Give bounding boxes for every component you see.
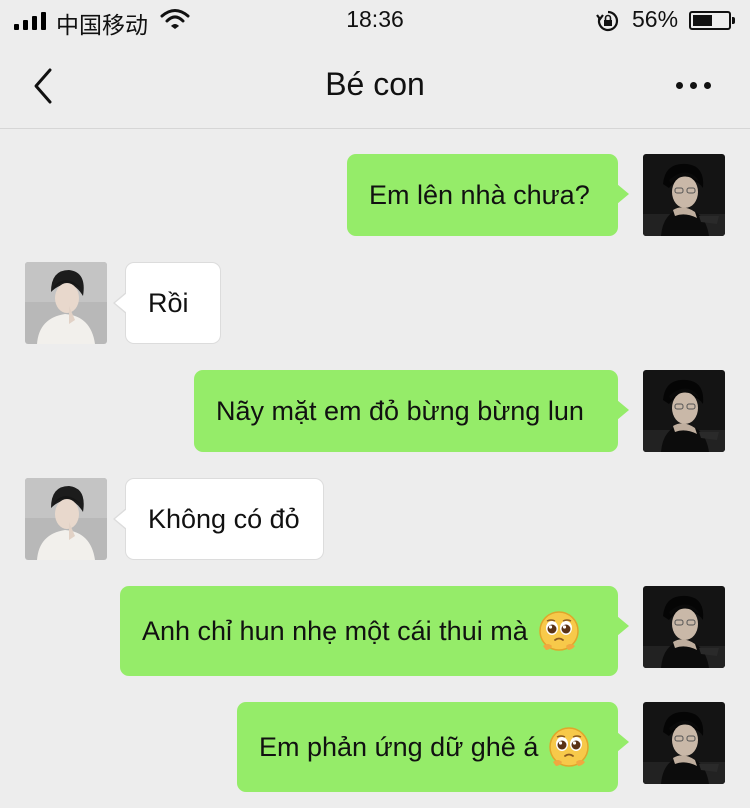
message-row: Không có đỏ	[0, 478, 750, 562]
status-bar: 中国移动 18:36 56%	[0, 0, 750, 42]
message-text: Em lên nhà chưa?	[369, 179, 590, 210]
message-row: Em lên nhà chưa?	[0, 154, 750, 238]
my-avatar[interactable]	[643, 154, 725, 236]
chat-header: Bé con	[0, 42, 750, 129]
message-text: Nãy mặt em đỏ bừng bừng lun	[216, 395, 584, 426]
pleading-face-emoji-icon	[538, 610, 580, 652]
message-text: Em phản ứng dữ ghê á	[259, 731, 539, 762]
my-avatar[interactable]	[643, 370, 725, 452]
message-row: Rồi	[0, 262, 750, 346]
message-row: Em phản ứng dữ ghê á	[0, 702, 750, 794]
message-text: Anh chỉ hun nhẹ một cái thui mà	[142, 615, 528, 646]
my-avatar[interactable]	[643, 702, 725, 784]
message-bubble-outgoing[interactable]: Anh chỉ hun nhẹ một cái thui mà	[120, 586, 629, 676]
message-bubble-outgoing[interactable]: Nãy mặt em đỏ bừng bừng lun	[194, 370, 629, 452]
pleading-face-emoji-icon	[548, 726, 590, 768]
rotation-lock-icon	[596, 10, 619, 32]
message-bubble-incoming[interactable]: Rồi	[113, 262, 221, 344]
contact-avatar[interactable]	[25, 478, 107, 560]
my-avatar[interactable]	[643, 586, 725, 668]
message-bubble-outgoing[interactable]: Em lên nhà chưa?	[347, 154, 629, 236]
message-row: Nãy mặt em đỏ bừng bừng lun	[0, 370, 750, 454]
more-dots-icon[interactable]	[670, 68, 718, 102]
battery-icon	[689, 11, 735, 30]
message-bubble-incoming[interactable]: Không có đỏ	[113, 478, 324, 560]
message-text: Rồi	[148, 287, 189, 318]
contact-avatar[interactable]	[25, 262, 107, 344]
message-row: Anh chỉ hun nhẹ một cái thui mà	[0, 586, 750, 678]
message-text: Không có đỏ	[148, 503, 300, 534]
battery-percent: 56%	[632, 6, 679, 32]
message-bubble-outgoing[interactable]: Em phản ứng dữ ghê á	[237, 702, 629, 792]
chat-title: Bé con	[325, 66, 425, 102]
